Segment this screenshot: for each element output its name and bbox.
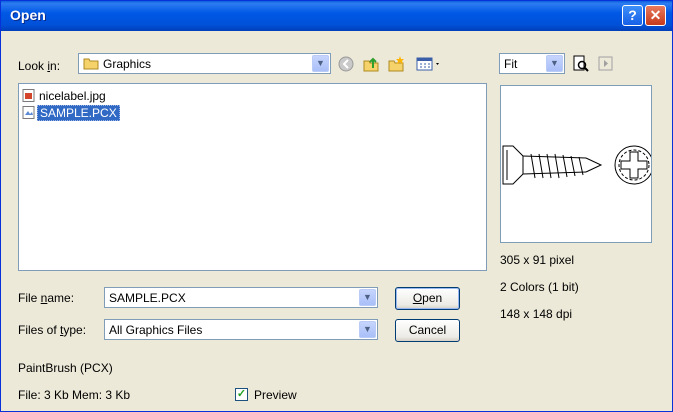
close-icon: ✕: [649, 7, 662, 23]
view-menu-icon[interactable]: [415, 55, 443, 73]
chevron-down-icon[interactable]: ▼: [359, 289, 376, 306]
preview-checkbox-label[interactable]: Preview: [254, 388, 297, 402]
open-button[interactable]: Open: [395, 287, 460, 310]
image-preview: [500, 85, 652, 243]
chevron-down-icon[interactable]: ▼: [546, 55, 563, 72]
chevron-down-icon[interactable]: ▼: [312, 55, 329, 72]
file-name: SAMPLE.PCX: [37, 104, 120, 121]
open-dialog: Open ? ✕ Look in: Graphics ▼ nicelabel.j…: [0, 0, 673, 412]
jpg-file-icon: [22, 89, 35, 103]
checkmark-icon: ✓: [236, 388, 247, 400]
file-name-label: File name:: [18, 291, 75, 305]
zoom-value: Fit: [504, 57, 518, 71]
file-format: PaintBrush (PCX): [18, 361, 113, 375]
file-name-value: SAMPLE.PCX: [109, 291, 186, 305]
list-item[interactable]: nicelabel.jpg: [22, 88, 108, 104]
print-preview-icon[interactable]: [572, 55, 590, 73]
window-title: Open: [10, 7, 46, 23]
look-in-value: Graphics: [103, 57, 152, 71]
list-item[interactable]: SAMPLE.PCX: [22, 104, 120, 121]
files-of-type-value: All Graphics Files: [109, 323, 203, 337]
up-folder-icon[interactable]: [362, 55, 380, 73]
image-dpi: 148 x 148 dpi: [500, 307, 573, 321]
open-button-label: Open: [412, 291, 443, 305]
file-list[interactable]: nicelabel.jpg SAMPLE.PCX: [18, 83, 487, 271]
file-size-info: File: 3 Kb Mem: 3 Kb: [18, 388, 131, 402]
back-icon[interactable]: [337, 55, 355, 73]
chevron-down-icon[interactable]: ▼: [359, 321, 376, 338]
look-in-label: Look in:: [18, 59, 60, 73]
look-in-label-text: Look in:: [18, 59, 61, 73]
zoom-combo[interactable]: Fit ▼: [499, 53, 565, 74]
image-dimensions: 305 x 91 pixel: [500, 253, 575, 267]
folder-icon: [83, 58, 99, 70]
title-bar[interactable]: Open ? ✕: [1, 1, 672, 31]
image-colors: 2 Colors (1 bit): [500, 280, 579, 294]
help-button[interactable]: ?: [622, 5, 643, 26]
new-folder-icon[interactable]: [387, 55, 405, 73]
pcx-file-icon: [22, 106, 35, 120]
files-of-type-select[interactable]: All Graphics Files ▼: [104, 319, 378, 340]
files-of-type-label: Files of type:: [18, 323, 87, 337]
close-button[interactable]: ✕: [645, 5, 666, 26]
cancel-button-label: Cancel: [408, 323, 447, 337]
screw-image: [502, 145, 651, 185]
file-name: nicelabel.jpg: [39, 88, 106, 103]
preview-checkbox[interactable]: ✓: [235, 388, 248, 401]
cancel-button[interactable]: Cancel: [395, 319, 460, 342]
look-in-combo[interactable]: Graphics ▼: [78, 53, 331, 74]
file-name-input[interactable]: SAMPLE.PCX ▼: [104, 287, 378, 308]
help-icon: ?: [628, 7, 637, 23]
play-icon[interactable]: [597, 55, 615, 73]
